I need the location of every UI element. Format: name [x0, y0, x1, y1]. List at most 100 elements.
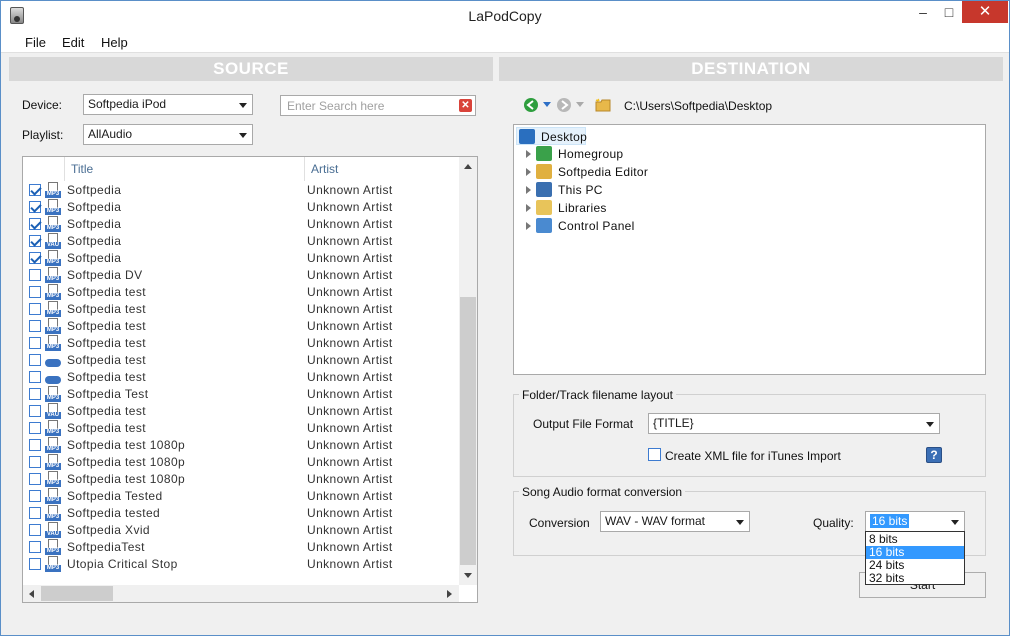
row-checkbox[interactable]	[29, 286, 41, 298]
table-row[interactable]: Softpedia test Unknown Artist	[23, 352, 459, 369]
table-row[interactable]: MP3 Softpedia Unknown Artist	[23, 199, 459, 216]
track-list[interactable]: Title Artist MP3 Softpedia Unknown Artist M…	[22, 156, 478, 603]
table-row[interactable]: MP3 Softpedia test Unknown Artist	[23, 335, 459, 352]
horizontal-scrollbar[interactable]	[23, 585, 459, 602]
table-row[interactable]: MP3 Softpedia Unknown Artist	[23, 216, 459, 233]
row-checkbox[interactable]	[29, 371, 41, 383]
scroll-up-icon[interactable]	[464, 164, 472, 169]
table-row[interactable]: MP3 Utopia Critical Stop Unknown Artist	[23, 556, 459, 573]
new-folder-icon[interactable]	[595, 98, 611, 112]
table-row[interactable]: MP3 Softpedia test 1080p Unknown Artist	[23, 437, 459, 454]
back-history-dropdown-icon[interactable]	[543, 102, 551, 107]
quality-option[interactable]: 32 bits	[866, 572, 964, 585]
menu-edit[interactable]: Edit	[62, 35, 84, 50]
table-row[interactable]: MP3 Softpedia tested Unknown Artist	[23, 505, 459, 522]
table-row[interactable]: MP3 Softpedia Tested Unknown Artist	[23, 488, 459, 505]
horizontal-scroll-thumb[interactable]	[41, 586, 113, 601]
tree-item-control-panel[interactable]: Control Panel	[534, 217, 684, 235]
search-input[interactable]	[287, 97, 457, 115]
row-checkbox[interactable]	[29, 439, 41, 451]
forward-history-dropdown-icon[interactable]	[576, 102, 584, 107]
vertical-scrollbar[interactable]	[459, 157, 477, 585]
vertical-scroll-thumb[interactable]	[460, 297, 476, 565]
row-checkbox[interactable]	[29, 507, 41, 519]
track-artist: Unknown Artist	[307, 234, 393, 248]
row-checkbox[interactable]	[29, 558, 41, 570]
table-row[interactable]: MP3 Softpedia test 1080p Unknown Artist	[23, 454, 459, 471]
row-checkbox[interactable]	[29, 218, 41, 230]
scroll-down-icon[interactable]	[464, 573, 472, 578]
table-row[interactable]: MP3 Softpedia test Unknown Artist	[23, 301, 459, 318]
table-row[interactable]: VAU Softpedia Xvid Unknown Artist	[23, 522, 459, 539]
table-row[interactable]: MP3 Softpedia Unknown Artist	[23, 250, 459, 267]
table-row[interactable]: MP3 SoftpediaTest Unknown Artist	[23, 539, 459, 556]
track-title: Softpedia test 1080p	[67, 472, 186, 486]
tree-item-this-pc[interactable]: This PC	[534, 181, 684, 199]
xml-itunes-checkbox[interactable]	[648, 448, 661, 461]
tree-item-desktop[interactable]: Desktop	[516, 127, 587, 145]
back-arrow-icon[interactable]	[524, 98, 538, 112]
row-checkbox[interactable]	[29, 235, 41, 247]
row-checkbox[interactable]	[29, 490, 41, 502]
table-row[interactable]: MP3 Softpedia test Unknown Artist	[23, 284, 459, 301]
row-checkbox[interactable]	[29, 473, 41, 485]
scroll-left-icon[interactable]	[29, 590, 34, 598]
expand-arrow-icon[interactable]	[526, 222, 531, 230]
row-checkbox[interactable]	[29, 201, 41, 213]
row-checkbox[interactable]	[29, 354, 41, 366]
expand-arrow-icon[interactable]	[526, 186, 531, 194]
track-artist: Unknown Artist	[307, 489, 393, 503]
track-artist: Unknown Artist	[307, 336, 393, 350]
row-checkbox[interactable]	[29, 524, 41, 536]
column-artist[interactable]: Artist	[305, 157, 459, 181]
help-icon[interactable]: ?	[926, 447, 942, 463]
tree-item-libraries[interactable]: Libraries	[534, 199, 684, 217]
xml-itunes-label[interactable]: Create XML file for iTunes Import	[665, 449, 841, 463]
playlist-select[interactable]: AllAudio	[83, 124, 253, 145]
conversion-select[interactable]: WAV - WAV format	[600, 511, 750, 532]
row-checkbox[interactable]	[29, 422, 41, 434]
output-format-select[interactable]: {TITLE}	[648, 413, 940, 434]
table-row[interactable]: MP3 Softpedia Unknown Artist	[23, 182, 459, 199]
column-title[interactable]: Title	[65, 157, 303, 181]
table-row[interactable]: VAU Softpedia test Unknown Artist	[23, 403, 459, 420]
row-checkbox[interactable]	[29, 337, 41, 349]
track-title: Softpedia test	[67, 336, 146, 350]
table-row[interactable]: MP3 Softpedia Test Unknown Artist	[23, 386, 459, 403]
row-checkbox[interactable]	[29, 269, 41, 281]
row-checkbox[interactable]	[29, 320, 41, 332]
audio-file-icon: MP3	[45, 505, 61, 522]
table-row[interactable]: MP3 Softpedia DV Unknown Artist	[23, 267, 459, 284]
expand-arrow-icon[interactable]	[526, 150, 531, 158]
folder-tree[interactable]: Desktop Homegroup Softpedia Editor This PC L…	[513, 124, 986, 375]
close-button[interactable]: ✕	[962, 1, 1008, 23]
expand-arrow-icon[interactable]	[526, 204, 531, 212]
maximize-button[interactable]: □	[936, 1, 962, 23]
title-bar[interactable]: LaPodCopy – □ ✕	[1, 1, 1009, 31]
audio-file-icon: MP3	[45, 199, 61, 216]
device-select[interactable]: Softpedia iPod	[83, 94, 253, 115]
table-row[interactable]: MP3 Softpedia test Unknown Artist	[23, 318, 459, 335]
row-checkbox[interactable]	[29, 456, 41, 468]
table-row[interactable]: VAU Softpedia Unknown Artist	[23, 233, 459, 250]
chevron-down-icon	[239, 133, 247, 138]
table-row[interactable]: MP3 Softpedia test Unknown Artist	[23, 420, 459, 437]
row-checkbox[interactable]	[29, 252, 41, 264]
row-checkbox[interactable]	[29, 405, 41, 417]
minimize-button[interactable]: –	[910, 1, 936, 23]
row-checkbox[interactable]	[29, 184, 41, 196]
clear-search-icon[interactable]: ✕	[459, 99, 472, 112]
tree-item-softpedia-editor[interactable]: Softpedia Editor	[534, 163, 684, 181]
expand-arrow-icon[interactable]	[526, 168, 531, 176]
tree-item-homegroup[interactable]: Homegroup	[534, 145, 684, 163]
row-checkbox[interactable]	[29, 541, 41, 553]
row-checkbox[interactable]	[29, 303, 41, 315]
menu-file[interactable]: File	[25, 35, 46, 50]
table-row[interactable]: MP3 Softpedia test 1080p Unknown Artist	[23, 471, 459, 488]
forward-arrow-icon[interactable]	[557, 98, 571, 112]
quality-select[interactable]: 16 bits	[865, 511, 965, 532]
table-row[interactable]: Softpedia test Unknown Artist	[23, 369, 459, 386]
scroll-right-icon[interactable]	[447, 590, 452, 598]
row-checkbox[interactable]	[29, 388, 41, 400]
menu-help[interactable]: Help	[101, 35, 128, 50]
